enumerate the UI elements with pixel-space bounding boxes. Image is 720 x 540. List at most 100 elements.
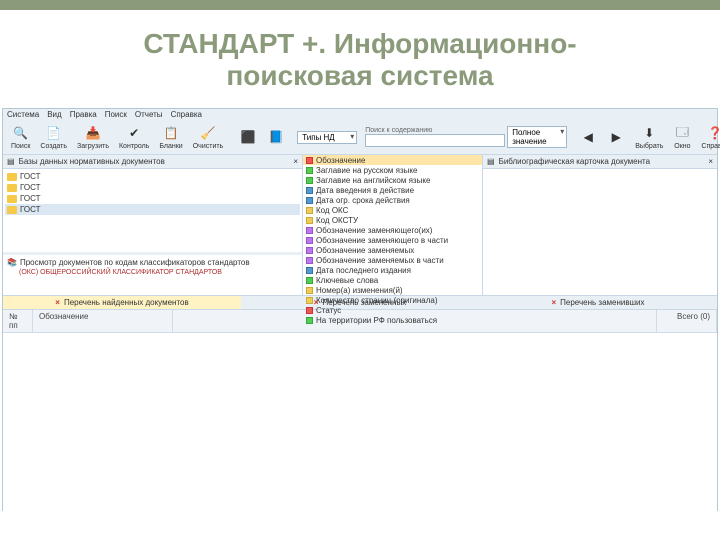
menu-edit[interactable]: Правка	[70, 110, 97, 119]
window-button[interactable]: 🗔Окно	[669, 123, 695, 151]
search-icon: 🔍	[12, 124, 30, 142]
search-field-label: Поиск к содержанию	[365, 127, 505, 134]
field-color-icon	[306, 167, 313, 174]
menu-system[interactable]: Система	[7, 110, 39, 119]
card-body	[483, 169, 717, 295]
field-color-icon	[306, 267, 313, 274]
classifier-tree: 📚 Просмотр документов по кодам классифик…	[3, 255, 302, 295]
doc-icon: 📘	[267, 128, 285, 146]
field-label: Обозначение заменяющего в части	[316, 236, 448, 245]
right-pane: ▤ Библиографическая карточка документа ×	[483, 155, 717, 295]
field-color-icon	[306, 227, 313, 234]
arrow-left-icon: ◀	[579, 128, 597, 146]
field-color-icon	[306, 257, 313, 264]
field-row[interactable]: Дата огр. срока действия	[303, 195, 482, 205]
load-icon: 📥	[84, 124, 102, 142]
blanks-button[interactable]: 📋Бланки	[155, 123, 186, 151]
doc-button[interactable]: 📘	[263, 127, 289, 147]
field-row[interactable]: Обозначение	[303, 155, 482, 165]
nav-next-button[interactable]: ▶	[603, 127, 629, 147]
pdf-icon: ⬛	[239, 128, 257, 146]
help-button[interactable]: ❓Справка	[697, 123, 720, 151]
fields-pane: ОбозначениеЗаглавие на русском языкеЗагл…	[303, 155, 483, 295]
field-row[interactable]: Обозначение заменяющего(их)	[303, 225, 482, 235]
nav-prev-button[interactable]: ◀	[575, 127, 601, 147]
field-color-icon	[306, 287, 313, 294]
tree-item[interactable]: ГОСТ	[5, 204, 300, 215]
field-color-icon	[306, 237, 313, 244]
tab-replaced[interactable]: ×Перечень замененных	[241, 296, 479, 309]
pdf-button[interactable]: ⬛	[235, 127, 261, 147]
arrow-right-icon: ▶	[607, 128, 625, 146]
create-button[interactable]: 📄Создать	[36, 123, 71, 151]
right-title-text: Библиографическая карточка документа	[499, 157, 650, 166]
field-row[interactable]: Ключевые слова	[303, 275, 482, 285]
field-color-icon	[306, 197, 313, 204]
field-label: Обозначение заменяющего(их)	[316, 226, 432, 235]
field-row[interactable]: Заглавие на английском языке	[303, 175, 482, 185]
load-button[interactable]: 📥Загрузить	[73, 123, 113, 151]
field-color-icon	[306, 177, 313, 184]
tree-item[interactable]: ГОСТ	[5, 182, 300, 193]
field-label: Дата огр. срока действия	[316, 196, 410, 205]
toolbar: 🔍Поиск 📄Создать 📥Загрузить ✔Контроль 📋Бл…	[3, 120, 717, 155]
application-window: Система Вид Правка Поиск Отчеты Справка …	[2, 108, 718, 511]
tab-found[interactable]: ×Перечень найденных документов	[3, 296, 241, 309]
left-pane: ▤ Базы данных нормативных документов × Г…	[3, 155, 303, 295]
right-pane-title: ▤ Библиографическая карточка документа ×	[483, 155, 717, 169]
close-icon[interactable]: ×	[293, 157, 298, 166]
field-label: Код ОКС	[316, 206, 348, 215]
folder-icon	[7, 184, 17, 192]
close-icon[interactable]: ×	[708, 157, 713, 166]
create-icon: 📄	[45, 124, 63, 142]
col-code[interactable]: Обозначение	[33, 310, 173, 332]
book-icon: 📚	[7, 258, 17, 267]
title-line-2: поисковая система	[226, 60, 493, 91]
field-label: Заглавие на русском языке	[316, 166, 417, 175]
field-label: Обозначение заменяемых в части	[316, 256, 444, 265]
field-row[interactable]: Дата введения в действие	[303, 185, 482, 195]
field-row[interactable]: Обозначение заменяемых в части	[303, 255, 482, 265]
search-button[interactable]: 🔍Поиск	[7, 123, 34, 151]
field-row[interactable]: Обозначение заменяющего в части	[303, 235, 482, 245]
field-row[interactable]: Заглавие на русском языке	[303, 165, 482, 175]
field-label: Обозначение	[316, 156, 365, 165]
menu-reports[interactable]: Отчеты	[135, 110, 163, 119]
control-button[interactable]: ✔Контроль	[115, 123, 153, 151]
field-row[interactable]: Номер(а) изменения(й)	[303, 285, 482, 295]
field-row[interactable]: Обозначение заменяемых	[303, 245, 482, 255]
control-icon: ✔	[125, 124, 143, 142]
match-mode-dropdown[interactable]: Полное значение	[507, 126, 567, 148]
slide-header: СТАНДАРТ +. Информационно- поисковая сис…	[0, 0, 720, 104]
grid-total: Всего (0)	[657, 310, 717, 332]
grid-body[interactable]	[3, 333, 717, 519]
menu-view[interactable]: Вид	[47, 110, 61, 119]
grid-header: № пп Обозначение Всего (0)	[3, 310, 717, 333]
search-input[interactable]	[365, 134, 505, 147]
select-button[interactable]: ⬇Выбрать	[631, 123, 667, 151]
menu-search[interactable]: Поиск	[105, 110, 127, 119]
field-row[interactable]: Код ОКСТУ	[303, 215, 482, 225]
field-label: Дата последнего издания	[316, 266, 411, 275]
field-color-icon	[306, 187, 313, 194]
tree-item[interactable]: ГОСТ	[5, 193, 300, 204]
field-label: Обозначение заменяемых	[316, 246, 414, 255]
classifier-header[interactable]: 📚 Просмотр документов по кодам классифик…	[5, 257, 300, 268]
close-tab-icon[interactable]: ×	[55, 298, 60, 307]
classifier-item[interactable]: (ОКС) ОБЩЕРОССИЙСКИЙ КЛАССИФИКАТОР СТАНД…	[5, 268, 300, 277]
field-color-icon	[306, 157, 313, 164]
types-dropdown[interactable]: Типы НД	[297, 131, 357, 144]
menu-help[interactable]: Справка	[171, 110, 202, 119]
field-row[interactable]: Дата последнего издания	[303, 265, 482, 275]
close-tab-icon[interactable]: ×	[314, 298, 319, 307]
col-num[interactable]: № пп	[3, 310, 33, 332]
close-tab-icon[interactable]: ×	[551, 298, 556, 307]
clear-button[interactable]: 🧹Очистить	[189, 123, 227, 151]
field-color-icon	[306, 277, 313, 284]
tab-replacing[interactable]: ×Перечень заменивших	[479, 296, 717, 309]
tree-item[interactable]: ГОСТ	[5, 171, 300, 182]
db-tree[interactable]: ГОСТ ГОСТ ГОСТ ГОСТ	[3, 169, 302, 252]
main-area: ▤ Базы данных нормативных документов × Г…	[3, 155, 717, 295]
field-row[interactable]: Код ОКС	[303, 205, 482, 215]
blanks-icon: 📋	[162, 124, 180, 142]
